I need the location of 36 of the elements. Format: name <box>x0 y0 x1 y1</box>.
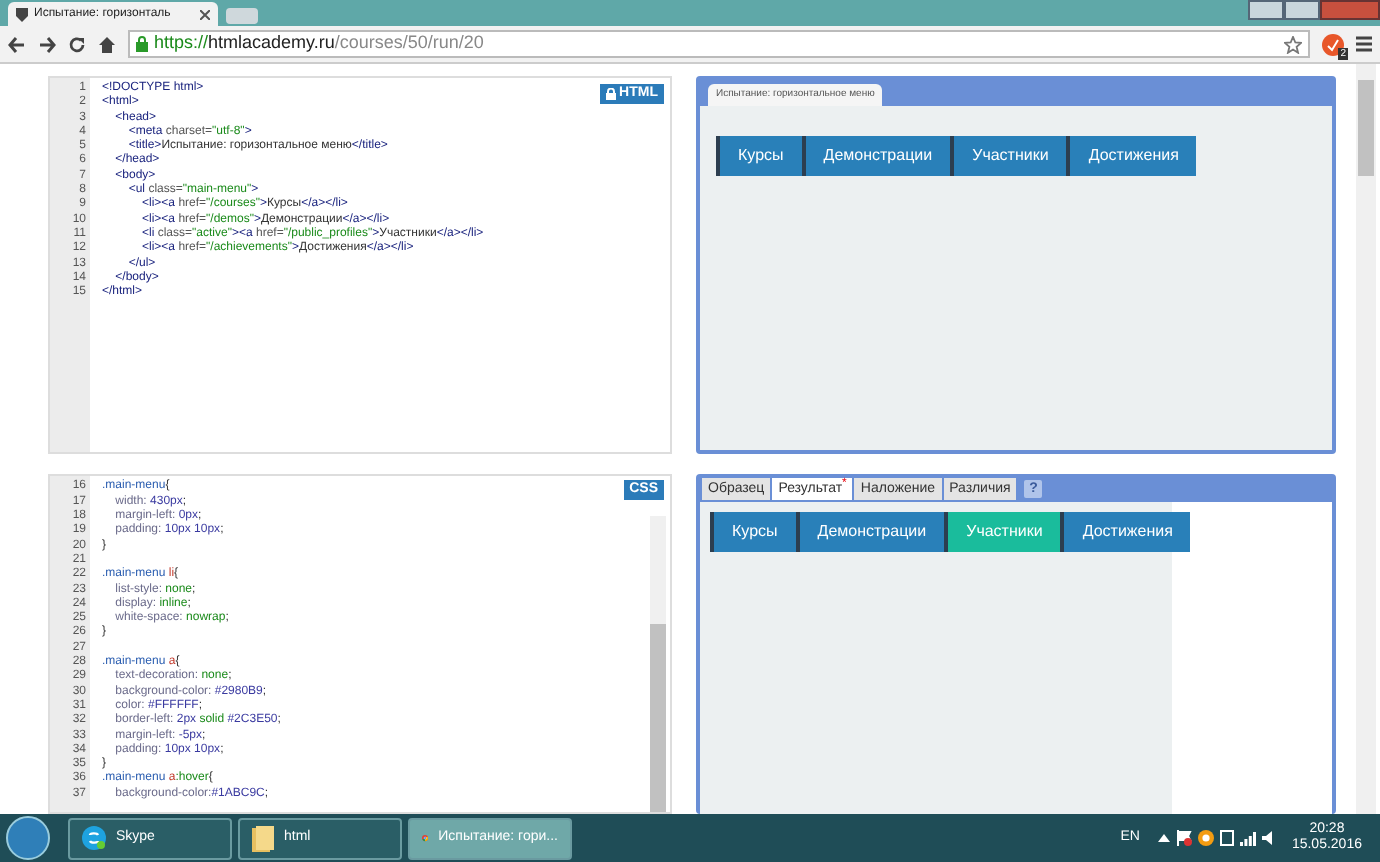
back-icon[interactable] <box>8 35 26 53</box>
html-editor[interactable] <box>48 76 672 455</box>
scrollbar-thumb[interactable] <box>1358 80 1374 176</box>
url-text: https://htmlacademy.ru/courses/50/run/20 <box>154 30 484 57</box>
tray-arrow-icon[interactable] <box>1157 834 1170 842</box>
forward-icon[interactable] <box>38 35 56 53</box>
update-icon[interactable] <box>1197 830 1214 846</box>
menu-item[interactable]: Достижения <box>1060 512 1191 553</box>
home-icon[interactable] <box>98 35 116 53</box>
signal-icon[interactable] <box>1239 831 1256 845</box>
address-bar[interactable]: https://htmlacademy.ru/courses/50/run/20 <box>128 30 1310 58</box>
device-icon[interactable] <box>1219 830 1234 846</box>
lock-icon <box>136 36 148 52</box>
reload-icon[interactable] <box>68 35 86 53</box>
menu-item[interactable]: Демонстрации <box>801 136 951 176</box>
star-icon[interactable] <box>1284 35 1302 53</box>
menu-item[interactable]: Курсы <box>710 512 796 553</box>
folder-icon <box>252 825 274 851</box>
menu-item[interactable]: Курсы <box>716 136 802 176</box>
minimize-button[interactable] <box>1248 0 1284 20</box>
start-button[interactable] <box>6 816 50 860</box>
page-scrollbar[interactable] <box>1356 64 1376 814</box>
menu-item[interactable]: Участники <box>950 136 1067 176</box>
volume-icon[interactable] <box>1261 830 1278 846</box>
shield-icon <box>16 7 28 21</box>
menu-icon[interactable] <box>1356 36 1372 52</box>
extension-icon[interactable] <box>1322 33 1344 55</box>
css-editor[interactable] <box>48 474 672 814</box>
close-icon[interactable] <box>200 9 210 19</box>
menu-item[interactable]: Достижения <box>1066 136 1197 176</box>
flag-icon[interactable] <box>1175 830 1192 846</box>
maximize-button[interactable] <box>1284 0 1320 20</box>
skype-icon <box>82 826 106 850</box>
menu-item[interactable]: Демонстрации <box>795 512 945 553</box>
scrollbar-thumb[interactable] <box>650 624 666 812</box>
scrollbar[interactable] <box>650 516 666 812</box>
